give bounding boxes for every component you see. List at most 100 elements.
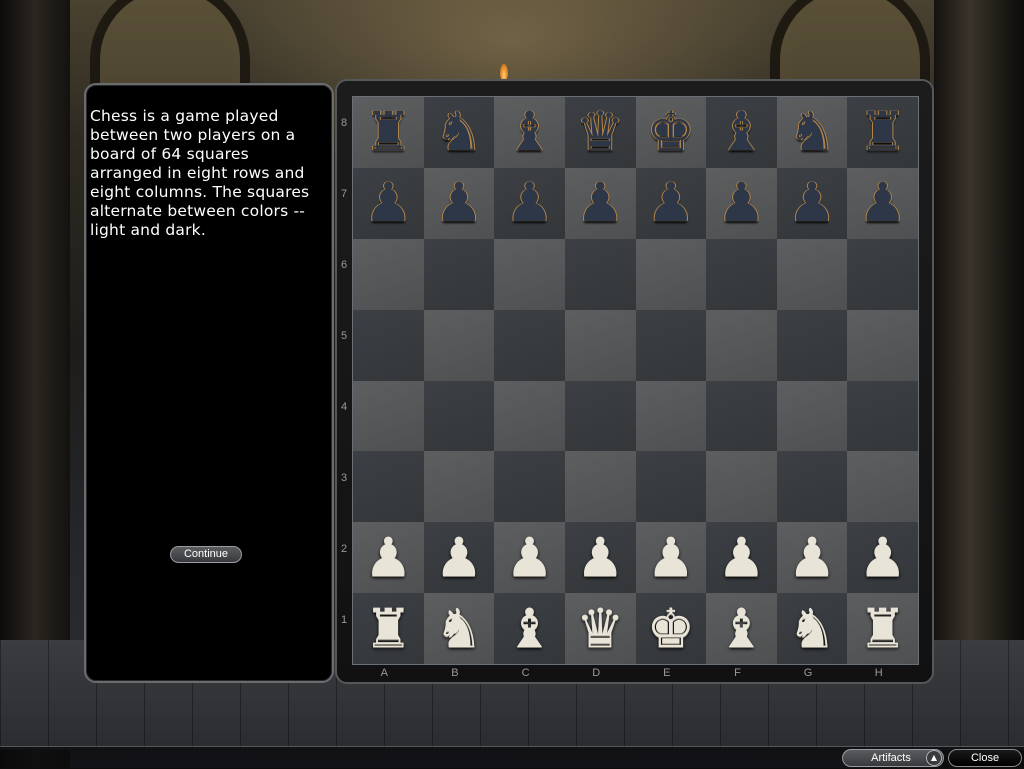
white-pawn-icon[interactable]: ♟ bbox=[858, 530, 906, 585]
black-pawn-icon[interactable]: ♟ bbox=[858, 176, 906, 230]
square-a2[interactable]: ♟ bbox=[353, 522, 424, 594]
square-f3[interactable] bbox=[706, 451, 777, 523]
square-f4[interactable] bbox=[706, 380, 777, 452]
black-pawn-icon[interactable]: ♟ bbox=[505, 176, 553, 230]
square-g6[interactable] bbox=[776, 238, 848, 310]
square-c1[interactable]: ♝ bbox=[494, 593, 565, 664]
white-pawn-icon[interactable]: ♟ bbox=[505, 530, 553, 585]
square-e2[interactable]: ♟ bbox=[635, 522, 707, 594]
black-queen-icon[interactable]: ♛ bbox=[576, 105, 624, 159]
square-f6[interactable] bbox=[706, 238, 777, 310]
square-g2[interactable]: ♟ bbox=[776, 522, 848, 594]
black-rook-icon[interactable]: ♜ bbox=[858, 105, 906, 159]
square-g4[interactable] bbox=[776, 380, 848, 452]
square-b3[interactable] bbox=[423, 451, 495, 523]
white-bishop-icon[interactable]: ♝ bbox=[505, 601, 553, 656]
black-king-icon[interactable]: ♚ bbox=[647, 105, 695, 159]
square-d2[interactable]: ♟ bbox=[564, 522, 636, 594]
chevron-up-icon[interactable]: ▲ bbox=[926, 750, 942, 766]
white-pawn-icon[interactable]: ♟ bbox=[364, 530, 412, 585]
square-b4[interactable] bbox=[423, 380, 495, 452]
square-f7[interactable]: ♟ bbox=[706, 167, 777, 239]
square-e8[interactable]: ♚ bbox=[635, 97, 707, 168]
square-g3[interactable] bbox=[776, 451, 848, 523]
black-knight-icon[interactable]: ♞ bbox=[788, 105, 836, 159]
square-h1[interactable]: ♜ bbox=[847, 593, 918, 664]
square-f2[interactable]: ♟ bbox=[706, 522, 777, 594]
square-a6[interactable] bbox=[353, 238, 424, 310]
square-d6[interactable] bbox=[564, 238, 636, 310]
black-pawn-icon[interactable]: ♟ bbox=[576, 176, 624, 230]
square-h6[interactable] bbox=[847, 238, 918, 310]
black-pawn-icon[interactable]: ♟ bbox=[788, 176, 836, 230]
white-knight-icon[interactable]: ♞ bbox=[435, 601, 483, 656]
white-bishop-icon[interactable]: ♝ bbox=[717, 601, 765, 656]
white-pawn-icon[interactable]: ♟ bbox=[717, 530, 765, 585]
white-knight-icon[interactable]: ♞ bbox=[788, 601, 836, 656]
square-f1[interactable]: ♝ bbox=[706, 593, 777, 664]
square-a4[interactable] bbox=[353, 380, 424, 452]
square-a5[interactable] bbox=[353, 309, 424, 381]
square-h3[interactable] bbox=[847, 451, 918, 523]
square-d1[interactable]: ♛ bbox=[564, 593, 636, 664]
square-h5[interactable] bbox=[847, 309, 918, 381]
square-g1[interactable]: ♞ bbox=[776, 593, 848, 664]
black-pawn-icon[interactable]: ♟ bbox=[647, 176, 695, 230]
square-e4[interactable] bbox=[635, 380, 707, 452]
black-pawn-icon[interactable]: ♟ bbox=[435, 176, 483, 230]
square-a8[interactable]: ♜ bbox=[353, 97, 424, 168]
black-knight-icon[interactable]: ♞ bbox=[435, 105, 483, 159]
black-rook-icon[interactable]: ♜ bbox=[364, 105, 412, 159]
square-h8[interactable]: ♜ bbox=[847, 97, 918, 168]
square-c8[interactable]: ♝ bbox=[494, 97, 565, 168]
black-pawn-icon[interactable]: ♟ bbox=[717, 176, 765, 230]
square-g7[interactable]: ♟ bbox=[776, 167, 848, 239]
white-pawn-icon[interactable]: ♟ bbox=[435, 530, 483, 585]
white-queen-icon[interactable]: ♛ bbox=[576, 601, 624, 656]
square-g8[interactable]: ♞ bbox=[776, 97, 848, 168]
black-bishop-icon[interactable]: ♝ bbox=[717, 105, 765, 159]
square-d8[interactable]: ♛ bbox=[564, 97, 636, 168]
square-d4[interactable] bbox=[564, 380, 636, 452]
white-pawn-icon[interactable]: ♟ bbox=[576, 530, 624, 585]
white-pawn-icon[interactable]: ♟ bbox=[788, 530, 836, 585]
square-e6[interactable] bbox=[635, 238, 707, 310]
continue-button[interactable]: Continue bbox=[170, 546, 242, 563]
square-e1[interactable]: ♚ bbox=[635, 593, 707, 664]
white-pawn-icon[interactable]: ♟ bbox=[647, 530, 695, 585]
square-a1[interactable]: ♜ bbox=[353, 593, 424, 664]
square-a7[interactable]: ♟ bbox=[353, 167, 424, 239]
square-c2[interactable]: ♟ bbox=[494, 522, 565, 594]
square-b8[interactable]: ♞ bbox=[423, 97, 495, 168]
square-f8[interactable]: ♝ bbox=[706, 97, 777, 168]
square-b5[interactable] bbox=[423, 309, 495, 381]
square-d5[interactable] bbox=[564, 309, 636, 381]
square-c5[interactable] bbox=[494, 309, 565, 381]
square-c6[interactable] bbox=[494, 238, 565, 310]
square-d7[interactable]: ♟ bbox=[564, 167, 636, 239]
square-h7[interactable]: ♟ bbox=[847, 167, 918, 239]
square-h4[interactable] bbox=[847, 380, 918, 452]
close-button[interactable]: Close bbox=[948, 749, 1022, 767]
square-f5[interactable] bbox=[706, 309, 777, 381]
white-king-icon[interactable]: ♚ bbox=[647, 601, 695, 656]
square-e5[interactable] bbox=[635, 309, 707, 381]
square-e7[interactable]: ♟ bbox=[635, 167, 707, 239]
white-rook-icon[interactable]: ♜ bbox=[364, 601, 412, 656]
square-d3[interactable] bbox=[564, 451, 636, 523]
square-c4[interactable] bbox=[494, 380, 565, 452]
black-pawn-icon[interactable]: ♟ bbox=[364, 176, 412, 230]
square-c3[interactable] bbox=[494, 451, 565, 523]
square-g5[interactable] bbox=[776, 309, 848, 381]
square-b1[interactable]: ♞ bbox=[423, 593, 495, 664]
white-rook-icon[interactable]: ♜ bbox=[858, 601, 906, 656]
black-bishop-icon[interactable]: ♝ bbox=[505, 105, 553, 159]
square-b2[interactable]: ♟ bbox=[423, 522, 495, 594]
square-e3[interactable] bbox=[635, 451, 707, 523]
square-b6[interactable] bbox=[423, 238, 495, 310]
square-h2[interactable]: ♟ bbox=[847, 522, 918, 594]
square-a3[interactable] bbox=[353, 451, 424, 523]
square-c7[interactable]: ♟ bbox=[494, 167, 565, 239]
square-b7[interactable]: ♟ bbox=[423, 167, 495, 239]
artifacts-label: Artifacts bbox=[871, 752, 911, 764]
